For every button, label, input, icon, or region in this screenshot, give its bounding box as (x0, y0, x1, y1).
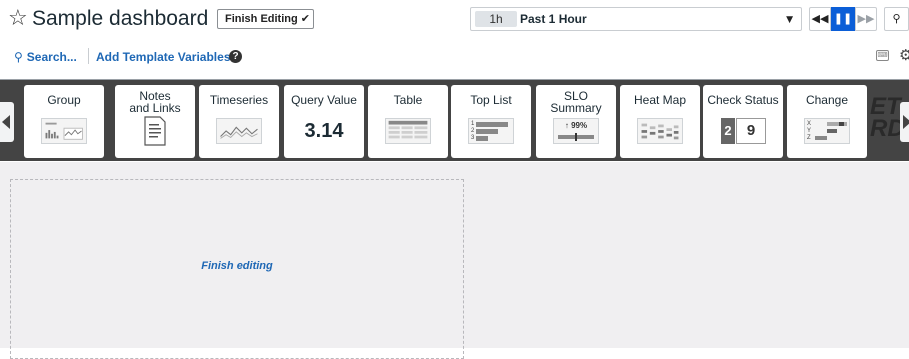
bar (476, 129, 498, 134)
rank-label: 2 (471, 128, 475, 134)
slo-summary-icon: ↑ 99% (553, 118, 599, 144)
search-icon[interactable]: ⚲ (884, 7, 909, 31)
note-document-icon (144, 116, 166, 146)
time-range-badge: 1h (475, 11, 517, 27)
rank-label: 1 (471, 121, 475, 127)
toplist-bars-icon: 1 2 3 (468, 118, 514, 144)
fast-forward-button[interactable]: ▶▶ (855, 7, 877, 31)
timeseries-line-icon (216, 118, 262, 144)
widget-label: Heat Map (633, 93, 687, 107)
widget-label: Top List (470, 93, 512, 107)
change-chart-icon: X Y Z (804, 118, 850, 144)
check-status-count: 2 (721, 118, 735, 144)
check-status-count: 9 (736, 118, 766, 144)
widget-label: Notes and Links (129, 89, 181, 115)
bar (476, 136, 488, 141)
change-row-label: Z (807, 135, 811, 141)
bar (476, 122, 508, 127)
widget-label: Group (47, 93, 81, 107)
dashboard-canvas: Finish editing (0, 162, 909, 359)
finish-editing-button[interactable]: Finish Editing ✔ (217, 9, 314, 29)
rank-label: 3 (471, 135, 475, 141)
bar (827, 122, 847, 126)
widget-query-value[interactable]: Query Value 3.14 (284, 85, 364, 158)
checkmark-icon: ✔ (300, 12, 310, 25)
widget-placeholder: Finish editing (10, 179, 464, 359)
bar (827, 129, 837, 133)
widget-label: Table (393, 93, 423, 107)
widget-label: Change (805, 93, 849, 107)
widget-table[interactable]: Table (368, 85, 448, 158)
time-range-picker[interactable]: 1h Past 1 Hour ▼ (470, 7, 802, 31)
widget-slo-summary[interactable]: SLO Summary ↑ 99% (536, 85, 616, 158)
change-row-label: Y (807, 128, 812, 134)
dashboard-title: Sample dashboard (32, 7, 209, 30)
keyboard-icon[interactable]: ⌨ (876, 50, 889, 61)
slo-percent: 99% (571, 121, 588, 130)
widget-notes-and-links[interactable]: Notes and Links (115, 85, 195, 158)
table-grid-icon (385, 118, 431, 144)
group-thumbnail-icon (41, 118, 87, 144)
add-template-variables-link[interactable]: Add Template Variables (96, 49, 231, 65)
favorite-star-icon[interactable]: ☆ (8, 6, 28, 32)
bar (815, 136, 827, 140)
query-value-number: 3.14 (304, 120, 344, 142)
search-icon: ⚲ (14, 50, 23, 64)
gear-icon[interactable]: ⚙ (899, 46, 909, 64)
change-row-label: X (807, 121, 812, 127)
chevron-down-icon: ▼ (786, 15, 793, 25)
widget-label: SLO Summary (550, 89, 602, 115)
bar (839, 122, 844, 126)
widget-check-status[interactable]: Check Status 2 9 (703, 85, 783, 158)
heatmap-icon (637, 118, 683, 144)
slo-marker (575, 133, 577, 141)
tray-scroll-left-icon[interactable] (0, 102, 14, 142)
widget-heat-map[interactable]: Heat Map (620, 85, 700, 158)
finish-editing-link[interactable]: Finish editing (11, 260, 463, 272)
dashboard-header: ☆ Sample dashboard Finish Editing ✔ 1h Pa… (0, 0, 909, 78)
widget-change[interactable]: Change X Y Z (787, 85, 867, 158)
widget-tray: Group Notes and Links Timeseries Query V… (0, 79, 909, 161)
widget-label: Timeseries (209, 93, 269, 107)
finish-editing-label: Finish Editing (225, 13, 298, 25)
help-icon[interactable]: ? (229, 50, 242, 63)
search-link[interactable]: ⚲ Search... (14, 49, 77, 65)
widget-label: Query Value (291, 93, 357, 107)
arrow-up-icon: ↑ (564, 121, 569, 130)
widget-label: Check Status (707, 93, 779, 107)
widget-group[interactable]: Group (24, 85, 104, 158)
search-link-label: Search... (26, 50, 77, 64)
pause-button[interactable]: ❚❚ (831, 7, 855, 31)
time-range-label: Past 1 Hour (520, 12, 587, 26)
widget-top-list[interactable]: Top List 1 2 3 (451, 85, 531, 158)
widget-timeseries[interactable]: Timeseries (199, 85, 279, 158)
divider (88, 48, 89, 64)
rewind-button[interactable]: ◀◀ (809, 7, 831, 31)
tray-scroll-right-icon[interactable] (900, 102, 909, 142)
